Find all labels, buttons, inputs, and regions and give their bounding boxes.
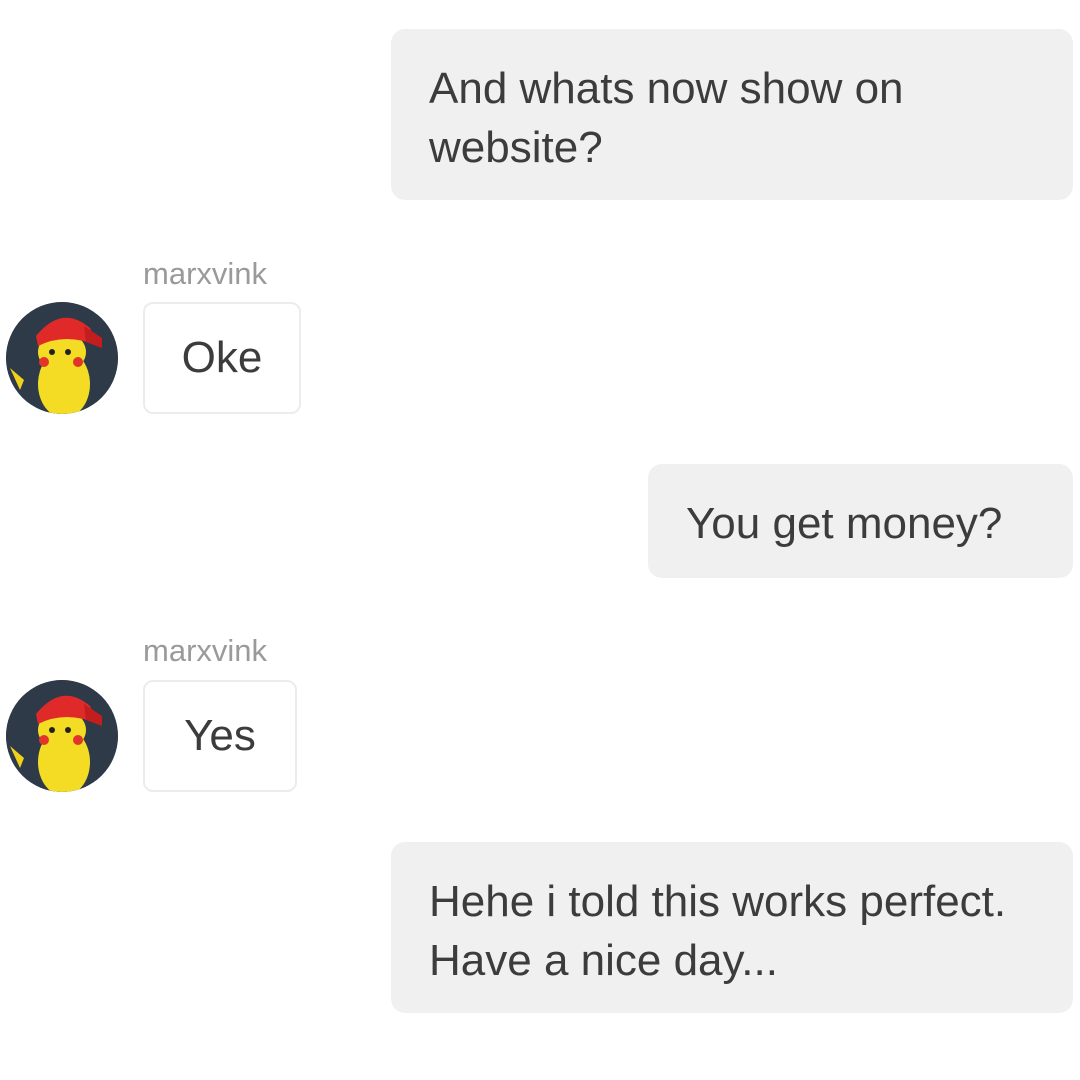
incoming-message-bubble[interactable]: Yes bbox=[143, 680, 297, 792]
chat-thread: And whats now show on website? marxvink … bbox=[0, 0, 1080, 1080]
outgoing-message-bubble[interactable]: And whats now show on website? bbox=[391, 29, 1073, 200]
message-text: You get money? bbox=[686, 499, 1003, 548]
message-text: Yes bbox=[184, 711, 256, 760]
message-text: And whats now show on website? bbox=[429, 64, 904, 172]
outgoing-message-bubble[interactable]: Hehe i told this works perfect. Have a n… bbox=[391, 842, 1073, 1013]
outgoing-message-bubble[interactable]: You get money? bbox=[648, 464, 1073, 578]
sender-name: marxvink bbox=[143, 633, 268, 668]
message-text: Hehe i told this works perfect. Have a n… bbox=[429, 877, 1007, 985]
sender-name: marxvink bbox=[143, 256, 268, 291]
message-text: Oke bbox=[181, 333, 263, 382]
pikachu-avatar-icon[interactable] bbox=[6, 680, 118, 792]
incoming-message-bubble[interactable]: Oke bbox=[143, 302, 301, 414]
pikachu-avatar-icon[interactable] bbox=[6, 302, 118, 414]
